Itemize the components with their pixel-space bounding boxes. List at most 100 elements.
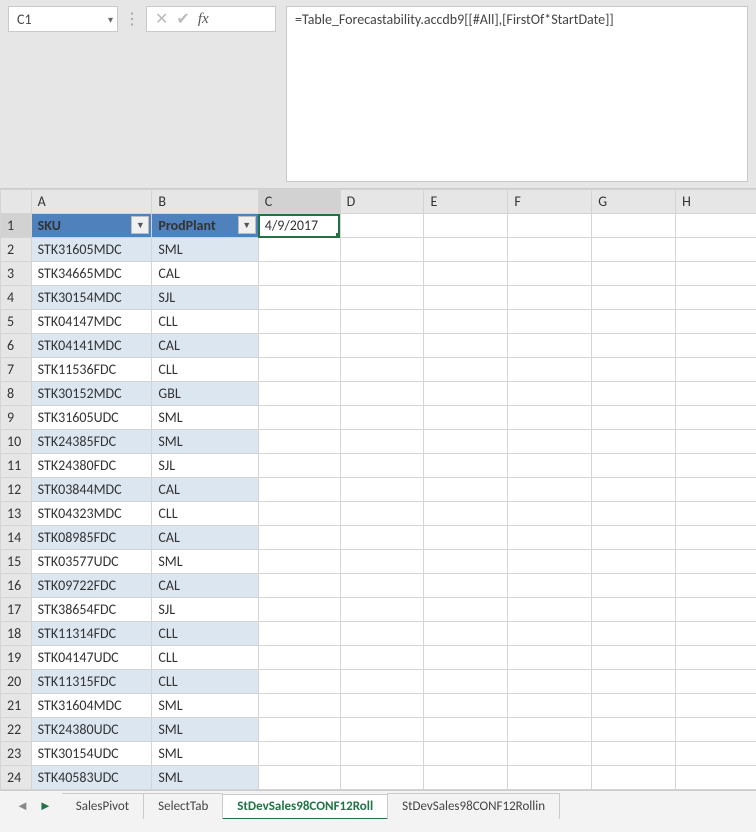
cell-B5[interactable]: CLL [152,310,258,334]
cell-G18[interactable] [592,622,676,646]
cell-C7[interactable] [258,358,340,382]
cell-A15[interactable]: STK03577UDC [31,550,152,574]
cell-C17[interactable] [258,598,340,622]
cell-H13[interactable] [676,502,756,526]
cell-G2[interactable] [592,238,676,262]
cell-F13[interactable] [508,502,592,526]
cell-D8[interactable] [340,382,424,406]
row-header[interactable]: 1 [1,214,32,238]
cell-F8[interactable] [508,382,592,406]
cell-C12[interactable] [258,478,340,502]
cell-B11[interactable]: SJL [152,454,258,478]
cell-F17[interactable] [508,598,592,622]
spreadsheet-grid[interactable]: ABCDEFGH 1SKU▼ProdPlant▼4/9/20172STK3160… [0,188,756,790]
cell-E7[interactable] [424,358,508,382]
cell-A12[interactable]: STK03844MDC [31,478,152,502]
cell-G24[interactable] [592,766,676,790]
cell-A10[interactable]: STK24385FDC [31,430,152,454]
cell-C13[interactable] [258,502,340,526]
cell-C9[interactable] [258,406,340,430]
cell-B3[interactable]: CAL [152,262,258,286]
cell-C22[interactable] [258,718,340,742]
cell-H16[interactable] [676,574,756,598]
row-header[interactable]: 5 [1,310,32,334]
cell-G20[interactable] [592,670,676,694]
cell-F12[interactable] [508,478,592,502]
cell-F16[interactable] [508,574,592,598]
cell-F19[interactable] [508,646,592,670]
cell-H21[interactable] [676,694,756,718]
cell-C5[interactable] [258,310,340,334]
cell-H3[interactable] [676,262,756,286]
cell-B23[interactable]: SML [152,742,258,766]
cell-D3[interactable] [340,262,424,286]
cell-C1[interactable]: 4/9/2017 [258,214,340,238]
cell-C2[interactable] [258,238,340,262]
cell-A18[interactable]: STK11314FDC [31,622,152,646]
row-header[interactable]: 18 [1,622,32,646]
row-header[interactable]: 11 [1,454,32,478]
row-header[interactable]: 23 [1,742,32,766]
cell-F3[interactable] [508,262,592,286]
cell-C23[interactable] [258,742,340,766]
cell-B24[interactable]: SML [152,766,258,790]
row-header[interactable]: 12 [1,478,32,502]
cell-C11[interactable] [258,454,340,478]
row-header[interactable]: 17 [1,598,32,622]
cell-F11[interactable] [508,454,592,478]
cell-A1[interactable]: SKU▼ [31,214,152,238]
cell-A9[interactable]: STK31605UDC [31,406,152,430]
cell-B7[interactable]: CLL [152,358,258,382]
cell-G1[interactable] [592,214,676,238]
cell-C21[interactable] [258,694,340,718]
row-header[interactable]: 8 [1,382,32,406]
cell-A6[interactable]: STK04141MDC [31,334,152,358]
cell-B18[interactable]: CLL [152,622,258,646]
cell-H2[interactable] [676,238,756,262]
cell-D2[interactable] [340,238,424,262]
cell-B15[interactable]: SML [152,550,258,574]
cell-G22[interactable] [592,718,676,742]
cell-A14[interactable]: STK08985FDC [31,526,152,550]
cell-F21[interactable] [508,694,592,718]
cell-C18[interactable] [258,622,340,646]
cell-H18[interactable] [676,622,756,646]
row-header[interactable]: 19 [1,646,32,670]
col-header-D[interactable]: D [340,190,424,214]
cell-A22[interactable]: STK24380UDC [31,718,152,742]
col-header-F[interactable]: F [508,190,592,214]
col-header-H[interactable]: H [676,190,756,214]
col-header-B[interactable]: B [152,190,258,214]
cell-H24[interactable] [676,766,756,790]
col-header-E[interactable]: E [424,190,508,214]
cell-C15[interactable] [258,550,340,574]
cell-F18[interactable] [508,622,592,646]
cell-A13[interactable]: STK04323MDC [31,502,152,526]
cell-B13[interactable]: CLL [152,502,258,526]
cell-H12[interactable] [676,478,756,502]
cell-E24[interactable] [424,766,508,790]
cell-H11[interactable] [676,454,756,478]
cell-C8[interactable] [258,382,340,406]
cell-A5[interactable]: STK04147MDC [31,310,152,334]
cell-B8[interactable]: GBL [152,382,258,406]
sheet-tab[interactable]: SelectTab [143,793,223,819]
cell-A8[interactable]: STK30152MDC [31,382,152,406]
cell-F4[interactable] [508,286,592,310]
cell-A19[interactable]: STK04147UDC [31,646,152,670]
cell-B2[interactable]: SML [152,238,258,262]
cell-B14[interactable]: CAL [152,526,258,550]
cell-E16[interactable] [424,574,508,598]
cell-A17[interactable]: STK38654FDC [31,598,152,622]
cell-F20[interactable] [508,670,592,694]
cell-F2[interactable] [508,238,592,262]
cell-B9[interactable]: SML [152,406,258,430]
cell-E8[interactable] [424,382,508,406]
cell-D21[interactable] [340,694,424,718]
cell-G14[interactable] [592,526,676,550]
cell-C20[interactable] [258,670,340,694]
cell-B4[interactable]: SJL [152,286,258,310]
cell-F15[interactable] [508,550,592,574]
cell-B12[interactable]: CAL [152,478,258,502]
cell-G4[interactable] [592,286,676,310]
